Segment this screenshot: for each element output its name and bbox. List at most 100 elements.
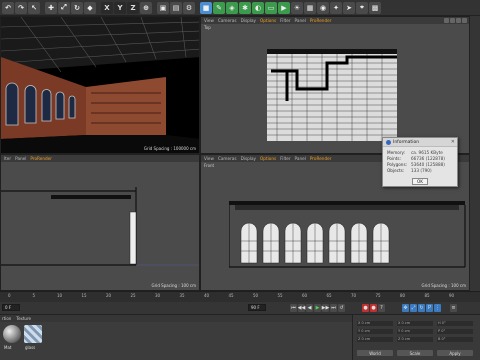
size-y-field[interactable]: Y 0 cm — [397, 329, 433, 334]
size-x-field[interactable]: X 0 cm — [397, 321, 433, 326]
camera-icon[interactable]: ▶ — [278, 1, 290, 14]
rotate-icon[interactable]: ↻ — [71, 1, 83, 14]
menu-filter[interactable]: lter — [4, 156, 11, 161]
menu-filter[interactable]: Filter — [280, 156, 290, 161]
coordinate-system-icon[interactable]: ⊕ — [140, 1, 152, 14]
coord-row-y: Y 0 cm Y 0 cm P 0° — [357, 329, 473, 334]
size-z-field[interactable]: Z 0 cm — [397, 337, 433, 342]
material-swatch[interactable] — [3, 325, 21, 343]
live-selection-icon[interactable]: ↖ — [28, 1, 40, 14]
maximize-view-icon[interactable] — [462, 18, 467, 23]
go-to-start-icon[interactable]: ⏮ — [290, 304, 297, 312]
previous-key-icon[interactable]: ◀◀ — [298, 304, 305, 312]
coordinate-mode-dropdown[interactable]: World — [357, 350, 393, 356]
play-icon[interactable]: ▶ — [314, 304, 321, 312]
go-to-end-icon[interactable]: ⏭ — [330, 304, 337, 312]
light-icon[interactable]: ☀ — [291, 1, 303, 14]
workplane-icon[interactable]: ▩ — [369, 1, 381, 14]
point-level-key-icon[interactable]: ⋮ — [434, 304, 441, 312]
timeline-menu-icon[interactable]: ≡ — [450, 304, 457, 312]
material-swatch[interactable] — [24, 325, 42, 343]
floor-icon[interactable]: ▭ — [265, 1, 277, 14]
pen-icon[interactable]: ✎ — [213, 1, 225, 14]
subdivision-icon[interactable]: ◈ — [226, 1, 238, 14]
move-view-icon[interactable] — [444, 18, 449, 23]
rotation-b-field[interactable]: B 0° — [437, 337, 473, 342]
autokey-icon[interactable]: ● — [370, 304, 377, 312]
perspective-render — [1, 17, 199, 153]
menu-panel[interactable]: Panel — [295, 18, 306, 23]
coord-row-x: X 0 cm X 0 cm H 0° — [357, 321, 473, 326]
menu-view[interactable]: View — [204, 156, 214, 161]
snap-icon[interactable]: ⌖ — [356, 1, 368, 14]
menu-display[interactable]: Display — [241, 156, 256, 161]
info-key: Polygons: — [387, 162, 408, 167]
render-region-icon[interactable]: ▦ — [304, 1, 316, 14]
rotation-key-icon[interactable]: ↻ — [418, 304, 425, 312]
menu-prorender[interactable]: ProRender — [30, 156, 52, 161]
zoom-view-icon[interactable] — [450, 18, 455, 23]
array-icon[interactable]: ✱ — [239, 1, 251, 14]
menu-cameras[interactable]: Cameras — [218, 156, 237, 161]
previous-frame-icon[interactable]: ◀ — [306, 304, 313, 312]
loop-icon[interactable]: ↺ — [338, 304, 345, 312]
menu-filter[interactable]: Filter — [280, 18, 290, 23]
keyframe-selection-icon[interactable]: ? — [378, 304, 385, 312]
menu-texture[interactable]: Texture — [16, 316, 31, 321]
record-icon[interactable]: ● — [362, 304, 369, 312]
viewport-nav-icons — [444, 18, 467, 23]
next-frame-icon[interactable]: ▶▶ — [322, 304, 329, 312]
model-mode-icon[interactable]: ◆ — [84, 1, 96, 14]
cube-icon[interactable]: ■ — [200, 1, 212, 14]
menu-panel[interactable]: Panel — [295, 156, 306, 161]
grid-spacing-label: Grid Spacing : 100000 cm — [143, 146, 196, 151]
deformer-icon[interactable]: ◐ — [252, 1, 264, 14]
y-axis-icon[interactable]: Y — [114, 1, 126, 14]
dialog-titlebar[interactable]: Information — [383, 138, 457, 147]
apply-button[interactable]: Apply — [437, 350, 473, 356]
menu-panel[interactable]: Panel — [15, 156, 26, 161]
rotate-view-icon[interactable] — [456, 18, 461, 23]
main-toolbar: ↶ ↷ ↖ ✚ ⤢ ↻ ◆ X Y Z ⊕ ▣ ▤ ⚙ ■ ✎ ◈ ✱ ◐ ▭ ▶ ☀ ▦ ◉ ✦ ➤ ⌖ ▩ — [0, 0, 480, 16]
rotation-p-field[interactable]: P 0° — [437, 329, 473, 334]
current-frame-field[interactable]: 0 F — [2, 304, 20, 311]
scale-key-icon[interactable]: ⤢ — [410, 304, 417, 312]
position-key-icon[interactable]: ✥ — [402, 304, 409, 312]
position-x-field[interactable]: X 0 cm — [357, 321, 393, 326]
ok-button[interactable]: OK — [412, 178, 428, 185]
info-key: Memory: — [387, 150, 406, 155]
close-icon[interactable]: ✕ — [451, 139, 455, 145]
menu-cameras[interactable]: Cameras — [218, 18, 237, 23]
render-view-icon[interactable]: ▣ — [157, 1, 169, 14]
end-frame-field[interactable]: 90 F — [248, 304, 266, 311]
scale-icon[interactable]: ⤢ — [58, 1, 70, 14]
interactive-render-icon[interactable]: ◉ — [317, 1, 329, 14]
perspective-viewport[interactable]: Grid Spacing : 100000 cm — [0, 16, 200, 154]
menu-function[interactable]: rtion — [2, 316, 11, 321]
motion-icon[interactable]: ➤ — [343, 1, 355, 14]
menu-view[interactable]: View — [204, 18, 214, 23]
menu-prorender[interactable]: ProRender — [310, 18, 332, 23]
menu-display[interactable]: Display — [241, 18, 256, 23]
prorender-icon[interactable]: ✦ — [330, 1, 342, 14]
menu-options[interactable]: Options — [260, 156, 276, 161]
z-axis-icon[interactable]: Z — [127, 1, 139, 14]
top-viewport[interactable]: View Cameras Display Options Filter Pane… — [200, 16, 470, 154]
move-icon[interactable]: ✚ — [45, 1, 57, 14]
menu-options[interactable]: Options — [260, 18, 276, 23]
position-z-field[interactable]: Z 0 cm — [357, 337, 393, 342]
render-picture-viewer-icon[interactable]: ▤ — [170, 1, 182, 14]
undo-icon[interactable]: ↶ — [2, 1, 14, 14]
right-viewport[interactable]: lter Panel ProRender Grid Spacing : 100 … — [0, 154, 200, 291]
menu-prorender[interactable]: ProRender — [310, 156, 332, 161]
x-axis-icon[interactable]: X — [101, 1, 113, 14]
rotation-h-field[interactable]: H 0° — [437, 321, 473, 326]
timeline-ruler[interactable]: 0 5 10 15 20 25 30 35 40 45 50 55 60 65 70 75 80 85 90 — [0, 291, 480, 302]
timeline-tick-label: 25 — [130, 293, 136, 298]
parameter-key-icon[interactable]: P — [426, 304, 433, 312]
material-name: glass — [25, 345, 36, 350]
position-y-field[interactable]: Y 0 cm — [357, 329, 393, 334]
size-mode-dropdown[interactable]: Scale — [397, 350, 433, 356]
redo-icon[interactable]: ↷ — [15, 1, 27, 14]
render-settings-icon[interactable]: ⚙ — [183, 1, 195, 14]
